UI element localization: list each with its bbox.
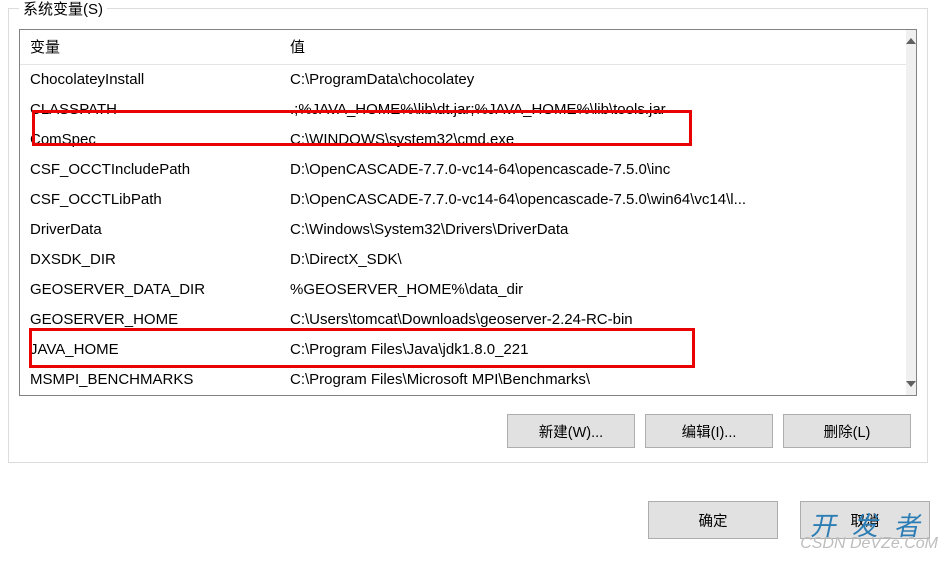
scroll-down-icon[interactable] [906,373,916,395]
cell-var: DXSDK_DIR [20,245,280,275]
ok-button[interactable]: 确定 [648,501,778,539]
table-row[interactable]: GEOSERVER_DATA_DIR%GEOSERVER_HOME%\data_… [20,275,906,305]
table-row[interactable]: ChocolateyInstallC:\ProgramData\chocolat… [20,65,906,96]
cell-var: CLASSPATH [20,95,280,125]
cell-val: D:\OpenCASCADE-7.7.0-vc14-64\opencascade… [280,155,906,185]
table-row[interactable]: MSMPI_BENCHMARKSC:\Program Files\Microso… [20,365,906,395]
cell-val: %GEOSERVER_HOME%\data_dir [280,275,906,305]
cell-var: GEOSERVER_DATA_DIR [20,275,280,305]
system-variables-group: 系统变量(S) 变量 值 ChocolateyInstallC:\Program… [8,8,928,463]
cell-var: MSMPI_BENCHMARKS [20,365,280,395]
table-header-row: 变量 值 [20,30,906,65]
cell-val: D:\DirectX_SDK\ [280,245,906,275]
table-row[interactable]: CLASSPATH.;%JAVA_HOME%\lib\dt.jar;%JAVA_… [20,95,906,125]
col-header-variable[interactable]: 变量 [20,30,280,65]
vertical-scrollbar[interactable] [906,30,916,395]
cell-var: ChocolateyInstall [20,65,280,96]
cell-var: DriverData [20,215,280,245]
cell-val: C:\Program Files\Microsoft MPI\Benchmark… [280,365,906,395]
edit-button[interactable]: 编辑(I)... [645,414,773,448]
table-row[interactable]: CSF_OCCTLibPathD:\OpenCASCADE-7.7.0-vc14… [20,185,906,215]
table-row[interactable]: CSF_OCCTIncludePathD:\OpenCASCADE-7.7.0-… [20,155,906,185]
env-table-container: 变量 值 ChocolateyInstallC:\ProgramData\cho… [19,29,917,396]
cell-val: C:\WINDOWS\system32\cmd.exe [280,125,906,155]
cell-val: .;%JAVA_HOME%\lib\dt.jar;%JAVA_HOME%\lib… [280,95,906,125]
cell-var: GEOSERVER_HOME [20,305,280,335]
scroll-up-icon[interactable] [906,30,916,52]
table-row[interactable]: DXSDK_DIRD:\DirectX_SDK\ [20,245,906,275]
cell-var: ComSpec [20,125,280,155]
env-table[interactable]: 变量 值 ChocolateyInstallC:\ProgramData\cho… [20,30,906,395]
cell-var: CSF_OCCTLibPath [20,185,280,215]
group-button-row: 新建(W)... 编辑(I)... 删除(L) [19,414,917,448]
cancel-button[interactable]: 取消 [800,501,930,539]
new-button[interactable]: 新建(W)... [507,414,635,448]
group-label: 系统变量(S) [19,0,107,19]
cell-val: C:\ProgramData\chocolatey [280,65,906,96]
delete-button[interactable]: 删除(L) [783,414,911,448]
table-row[interactable]: GEOSERVER_HOMEC:\Users\tomcat\Downloads\… [20,305,906,335]
dialog-button-row: 确定 取消 [648,501,930,539]
cell-val: D:\OpenCASCADE-7.7.0-vc14-64\opencascade… [280,185,906,215]
table-row[interactable]: JAVA_HOMEC:\Program Files\Java\jdk1.8.0_… [20,335,906,365]
cell-val: C:\Users\tomcat\Downloads\geoserver-2.24… [280,305,906,335]
cell-val: C:\Program Files\Java\jdk1.8.0_221 [280,335,906,365]
cell-var: CSF_OCCTIncludePath [20,155,280,185]
cell-val: C:\Windows\System32\Drivers\DriverData [280,215,906,245]
table-row[interactable]: ComSpecC:\WINDOWS\system32\cmd.exe [20,125,906,155]
table-row[interactable]: DriverDataC:\Windows\System32\Drivers\Dr… [20,215,906,245]
cell-var: JAVA_HOME [20,335,280,365]
col-header-value[interactable]: 值 [280,30,906,65]
